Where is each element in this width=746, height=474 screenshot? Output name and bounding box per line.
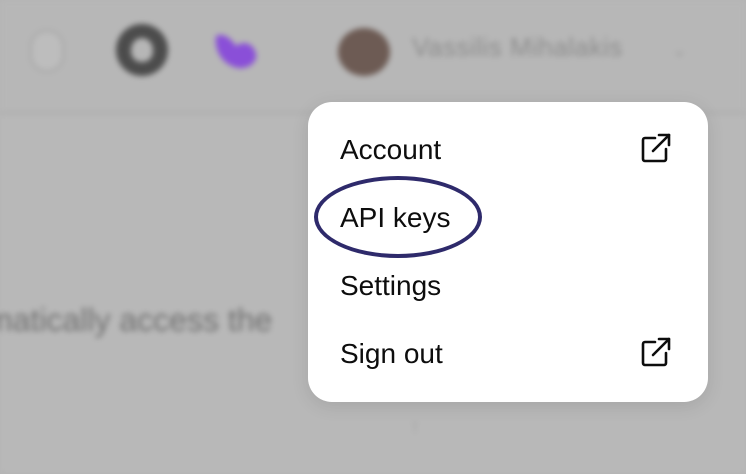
- brand-logo-icon[interactable]: [210, 30, 260, 72]
- chevron-down-icon[interactable]: ⌄: [672, 40, 687, 61]
- top-navbar: Vassilis Mihalakis ⌄: [0, 0, 746, 112]
- external-link-icon: [641, 133, 671, 163]
- menu-item-sign-out-label: Sign out: [340, 338, 443, 369]
- page: Vassilis Mihalakis ⌄ matically access th…: [0, 0, 746, 474]
- menu-item-account[interactable]: Account: [308, 116, 708, 184]
- background-body-text: matically access the: [0, 302, 273, 338]
- github-icon[interactable]: [116, 24, 168, 76]
- theme-toggle-icon[interactable]: [30, 30, 64, 72]
- external-link-icon: [641, 337, 671, 367]
- user-name[interactable]: Vassilis Mihalakis: [412, 32, 623, 63]
- menu-item-api-keys[interactable]: API keys: [308, 184, 708, 252]
- user-avatar[interactable]: [338, 28, 390, 76]
- menu-item-settings[interactable]: Settings: [308, 252, 708, 320]
- menu-item-sign-out[interactable]: Sign out: [308, 320, 708, 388]
- menu-item-account-label: Account: [340, 134, 442, 165]
- menu-item-settings-label: Settings: [340, 270, 442, 301]
- menu-item-api-keys-label: API keys: [340, 202, 451, 233]
- user-dropdown-menu: Account API keys Settings Sign out: [308, 102, 708, 402]
- background-mark-icon: ↑: [410, 416, 420, 438]
